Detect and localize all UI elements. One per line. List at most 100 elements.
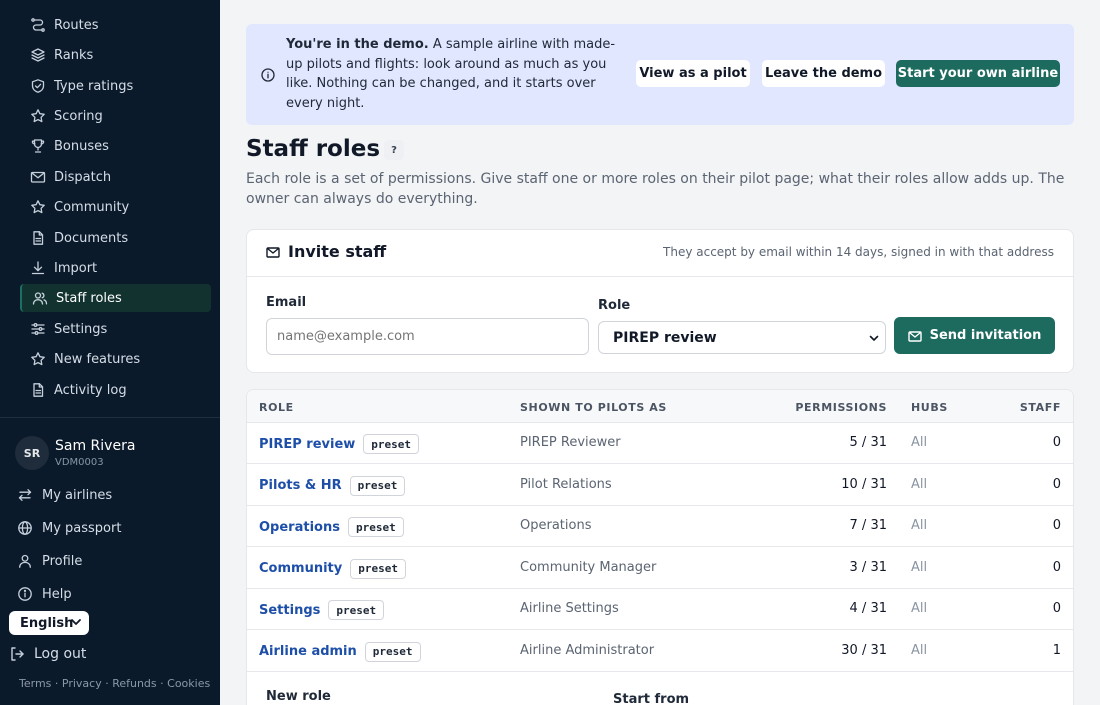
user-id: VDM0003	[55, 457, 104, 468]
document-icon	[30, 382, 46, 398]
sidebar-item-dispatch[interactable]: Dispatch	[20, 163, 211, 191]
shown-as: Pilot Relations	[520, 476, 612, 492]
avatar: SR	[15, 436, 49, 470]
sidebar-item-activity-log[interactable]: Activity log	[20, 376, 211, 404]
permissions-count: 5 / 31	[849, 435, 887, 450]
table-header: ROLE SHOWN TO PILOTS AS PERMISSIONS HUBS…	[247, 390, 1073, 423]
role-name[interactable]: Community	[259, 561, 342, 576]
sidebar-item-routes[interactable]: Routes	[20, 11, 211, 39]
shown-as: Airline Settings	[520, 601, 619, 616]
sidebar-item-label: Documents	[54, 230, 129, 246]
leave-demo-button[interactable]: Leave the demo	[762, 60, 885, 87]
role-name[interactable]: Settings	[259, 603, 320, 618]
staff-count: 1	[1052, 642, 1061, 658]
account-item-help[interactable]: Help	[0, 581, 220, 607]
demo-banner-bold: You're in the demo.	[286, 37, 429, 52]
header-hubs: HUBS	[911, 401, 948, 414]
table-row: Airline admin preset Airline Administrator…	[247, 631, 1073, 672]
user-card: SR Sam Rivera VDM0003	[15, 436, 135, 470]
role-select-value: PIREP review	[613, 329, 717, 346]
footer-links[interactable]: Terms · Privacy · Refunds · Cookies	[19, 677, 210, 690]
sidebar-item-bonuses[interactable]: Bonuses	[20, 132, 211, 160]
preset-badge: preset	[363, 434, 420, 454]
role-link[interactable]: Airline admin preset	[259, 641, 421, 662]
send-invitation-label: Send invitation	[929, 328, 1042, 343]
logout-link[interactable]: Log out	[9, 646, 86, 662]
user-name: Sam Rivera	[55, 438, 136, 454]
email-field[interactable]	[266, 318, 589, 355]
header-permissions: PERMISSIONS	[795, 401, 887, 414]
sidebar-item-label: New features	[54, 351, 141, 367]
sidebar-item-staff-roles[interactable]: Staff roles	[20, 284, 211, 312]
hubs-value: All	[911, 559, 928, 575]
email-label: Email	[266, 295, 307, 310]
logout-label: Log out	[34, 646, 87, 662]
role-name[interactable]: Pilots & HR	[259, 478, 342, 493]
invite-note: They accept by email within 14 days, sig…	[663, 245, 1054, 259]
sidebar-item-label: Ranks	[54, 47, 94, 63]
role-name[interactable]: Operations	[259, 520, 340, 535]
table-row: Operations preset Operations 7 / 31 All 0	[247, 506, 1073, 547]
account-item-profile[interactable]: Profile	[0, 548, 220, 574]
table-row: Community preset Community Manager 3 / 31 Al…	[247, 548, 1073, 589]
sliders-icon	[30, 321, 46, 337]
send-invitation-button[interactable]: Send invitation	[894, 317, 1055, 354]
sidebar-item-new-features[interactable]: New features	[20, 345, 211, 373]
role-link[interactable]: Settings preset	[259, 600, 385, 620]
chevron-down-icon	[68, 614, 84, 634]
hubs-value: All	[911, 601, 928, 616]
role-link[interactable]: PIREP review preset	[259, 434, 420, 454]
hubs-value: All	[911, 518, 928, 533]
sidebar-item-type-ratings[interactable]: Type ratings	[20, 72, 211, 100]
shown-as: Airline Administrator	[520, 642, 655, 658]
language-select[interactable]: English	[9, 611, 89, 635]
account-item-my-passport[interactable]: My passport	[0, 515, 220, 541]
table-row: PIREP review preset PIREP Reviewer 5 / 31 Al…	[247, 423, 1073, 464]
view-as-pilot-button[interactable]: View as a pilot	[636, 60, 750, 87]
role-name[interactable]: PIREP review	[259, 437, 355, 452]
star-icon	[30, 351, 46, 367]
sidebar-item-settings[interactable]: Settings	[20, 315, 211, 343]
users-icon	[32, 290, 48, 306]
mail-icon	[907, 329, 922, 343]
new-role-label: New role	[266, 689, 331, 704]
sidebar: Routes Ranks Type ratings Scoring Bonuses Dis…	[0, 0, 220, 705]
role-link[interactable]: Operations preset	[259, 517, 404, 537]
shield-icon	[30, 78, 46, 94]
mail-icon	[266, 245, 280, 259]
sidebar-item-label: Routes	[54, 17, 99, 33]
download-icon	[30, 260, 46, 276]
staff-count: 0	[1052, 435, 1061, 450]
sidebar-item-scoring[interactable]: Scoring	[20, 102, 211, 130]
mail-icon	[30, 169, 46, 185]
preset-badge: preset	[328, 600, 385, 620]
role-select[interactable]: PIREP review	[598, 321, 886, 354]
role-name[interactable]: Airline admin	[259, 644, 357, 659]
staff-count: 0	[1052, 518, 1061, 533]
staff-count: 0	[1052, 559, 1061, 575]
roles-table: ROLE SHOWN TO PILOTS AS PERMISSIONS HUBS…	[246, 389, 1074, 705]
sidebar-item-label: Import	[54, 260, 98, 276]
person-icon	[17, 553, 33, 569]
account-item-label: Help	[42, 586, 72, 602]
hubs-value: All	[911, 435, 928, 450]
header-role: ROLE	[259, 401, 294, 414]
sidebar-item-label: Staff roles	[56, 290, 122, 306]
account-item-my-airlines[interactable]: My airlines	[0, 482, 220, 508]
trophy-icon	[30, 138, 46, 154]
sidebar-item-community[interactable]: Community	[20, 193, 211, 221]
sidebar-item-documents[interactable]: Documents	[20, 224, 211, 252]
staff-count: 0	[1052, 601, 1061, 616]
start-own-airline-button[interactable]: Start your own airline	[896, 60, 1060, 87]
role-link[interactable]: Community preset	[259, 558, 406, 579]
help-button[interactable]: ?	[384, 140, 404, 160]
role-link[interactable]: Pilots & HR preset	[259, 475, 406, 496]
header-staff: STAFF	[1019, 401, 1061, 414]
hubs-value: All	[911, 476, 928, 492]
sidebar-item-import[interactable]: Import	[20, 254, 211, 282]
language-value: English	[20, 615, 74, 631]
document-icon	[30, 230, 46, 246]
sidebar-item-ranks[interactable]: Ranks	[20, 41, 211, 69]
invite-title: Invite staff	[288, 242, 387, 261]
permissions-count: 10 / 31	[841, 476, 887, 492]
